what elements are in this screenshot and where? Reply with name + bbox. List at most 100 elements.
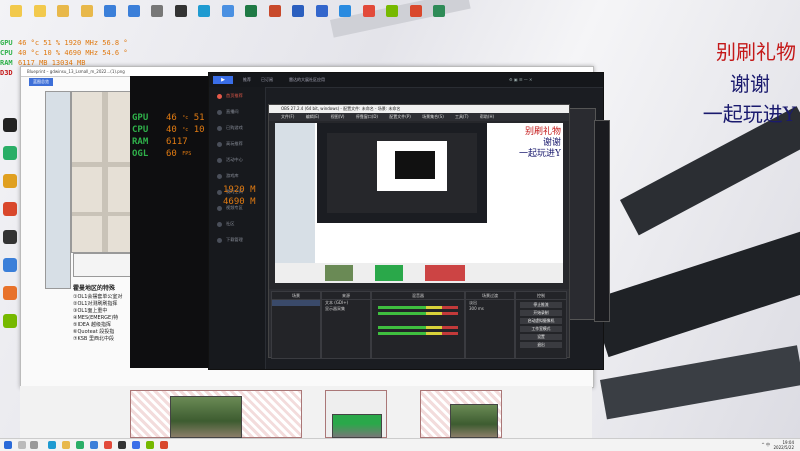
desktop-shortcut[interactable]	[406, 3, 426, 33]
obs-dock-area: 场景 来源 文本 (GDI+) 显示器采集 混音器 场景过渡 淡出 300 ms…	[269, 289, 569, 359]
task-view-icon[interactable]	[30, 441, 38, 449]
app-icon	[221, 5, 234, 17]
sidebar-item-library[interactable]: 游戏库	[217, 173, 239, 179]
app-icon[interactable]	[3, 314, 17, 328]
chrome-icon	[362, 5, 375, 17]
nvidia-icon	[386, 5, 398, 17]
desktop-shortcut[interactable]	[359, 3, 379, 33]
banner-text-line2: 谢谢	[730, 72, 770, 96]
virtual-camera-button[interactable]: 启动虚拟摄像机	[520, 318, 562, 324]
desktop-shortcut[interactable]	[53, 3, 73, 33]
edge-icon[interactable]	[48, 441, 56, 449]
launcher-logo: ▶	[213, 76, 233, 84]
sidebar-item-purchased[interactable]: 已购游戏	[217, 125, 243, 131]
sidebar-item-live[interactable]: 直播间	[217, 109, 239, 115]
sidebar-item-home[interactable]: 首页推荐	[217, 93, 243, 99]
preview-map	[275, 123, 315, 283]
legend-item: ⑤IDEA 越级指挥	[73, 322, 111, 328]
settings-icon[interactable]: ⚙ ▣ ☰ — ✕	[509, 73, 532, 87]
app-icon[interactable]	[3, 202, 17, 216]
photo-thumbnail	[450, 404, 498, 438]
desktop-shortcut[interactable]	[147, 3, 167, 33]
system-tray[interactable]: ^ 中	[761, 439, 770, 451]
banner-text-line1: 别刷礼物	[716, 40, 796, 64]
sidebar-item-downloads[interactable]: 下载管理	[217, 237, 243, 243]
nvidia-icon[interactable]	[146, 441, 154, 449]
floor-map-strip	[45, 91, 71, 289]
app-icon[interactable]	[160, 441, 168, 449]
desktop-shortcut[interactable]	[241, 3, 261, 33]
transitions-dock[interactable]: 场景过渡 淡出 300 ms	[465, 291, 515, 359]
app-icon[interactable]	[3, 230, 17, 244]
app-icon[interactable]	[3, 286, 17, 300]
wechat-icon[interactable]	[3, 146, 17, 160]
launcher-icon[interactable]	[132, 441, 140, 449]
stop-stream-button[interactable]: 停止推流	[520, 302, 562, 308]
wechat-icon[interactable]	[76, 441, 84, 449]
desktop-shortcut[interactable]	[218, 3, 238, 33]
tab-recommend[interactable]: 推荐	[243, 73, 251, 87]
preview-strip	[275, 263, 563, 283]
folder-icon	[80, 5, 93, 17]
menu-scene-collection[interactable]: 场景集合(S)	[422, 114, 444, 119]
map-caption-box	[73, 253, 135, 277]
menu-edit[interactable]: 编辑(E)	[306, 114, 320, 119]
desktop-shortcut[interactable]	[77, 3, 97, 33]
legend-item: ④MES(EMERGE)特	[73, 315, 119, 321]
sidebar-item-events[interactable]: 活动中心	[217, 157, 243, 163]
search-icon[interactable]	[18, 441, 26, 449]
obs-window[interactable]: OBS 27.2.4 (64 bit, windows) - 配置文件: 未命名…	[268, 104, 570, 359]
source-item[interactable]: 显示器采集	[322, 306, 370, 312]
desktop-shortcut[interactable]	[288, 3, 308, 33]
start-recording-button[interactable]: 开始录制	[520, 310, 562, 316]
qq-icon[interactable]	[3, 118, 17, 132]
tab-overview[interactable]: 蓝图总览	[29, 78, 53, 86]
menu-docks[interactable]: 停靠窗口(D)	[356, 114, 378, 119]
menu-view[interactable]: 视图(V)	[331, 114, 345, 119]
sources-dock[interactable]: 来源 文本 (GDI+) 显示器采集	[321, 291, 371, 359]
desktop-shortcut[interactable]	[30, 3, 50, 33]
obs-preview-canvas[interactable]: 别刷礼物 谢谢 一起玩进Y	[275, 123, 563, 283]
shield-icon	[339, 5, 351, 17]
duration-field[interactable]: 300 ms	[466, 306, 514, 312]
desktop-shortcut[interactable]	[194, 3, 214, 33]
studio-mode-button[interactable]: 工作室模式	[520, 326, 562, 332]
powerpoint-icon	[268, 5, 281, 17]
menu-help[interactable]: 帮助(H)	[480, 114, 494, 119]
audio-mixer-dock[interactable]: 混音器	[371, 291, 465, 359]
app-icon[interactable]	[3, 258, 17, 272]
desktop-shortcut[interactable]	[171, 3, 191, 33]
blueprint-lower-strip	[20, 386, 592, 438]
menu-file[interactable]: 文件(F)	[281, 114, 294, 119]
desktop-shortcut[interactable]	[429, 3, 449, 33]
desktop-shortcut[interactable]	[265, 3, 285, 33]
exit-button[interactable]: 退出	[520, 342, 562, 348]
tab-subscribed[interactable]: 已订阅	[261, 73, 273, 87]
chrome-icon[interactable]	[104, 441, 112, 449]
obs-icon[interactable]	[118, 441, 126, 449]
app-icon	[409, 5, 422, 17]
map-legend: 霍曼地区的特殊 ①OL1会摆套单公室对 ②OL1对测刷刷指挥 ③OL1面上重中 …	[73, 285, 133, 343]
desktop-shortcut[interactable]	[382, 3, 402, 33]
sidebar-item-community[interactable]: 社区	[217, 221, 234, 227]
app-icon[interactable]	[3, 174, 17, 188]
desktop-shortcut[interactable]	[312, 3, 332, 33]
controls-dock[interactable]: 控制 停止推流 开始录制 启动虚拟摄像机 工作室模式 设置 退出	[515, 291, 567, 359]
app-icon[interactable]	[90, 441, 98, 449]
folder-icon[interactable]	[62, 441, 70, 449]
preview-recursive-window	[317, 123, 487, 223]
start-icon[interactable]	[4, 441, 12, 449]
scene-item[interactable]	[272, 300, 320, 306]
clock[interactable]: 19:04 2022/5/22	[773, 440, 794, 450]
desktop-shortcut[interactable]	[100, 3, 120, 33]
legend-item: ⑦KSB 里西北中段	[73, 336, 114, 342]
launcher-titlebar: ▶ 推荐 已订阅 雷达的大展社区应用 ⚙ ▣ ☰ — ✕	[209, 73, 603, 88]
settings-button[interactable]: 设置	[520, 334, 562, 340]
scenes-dock[interactable]: 场景	[271, 291, 321, 359]
desktop-shortcut[interactable]	[124, 3, 144, 33]
menu-profile[interactable]: 配置文件(P)	[389, 114, 411, 119]
menu-tools[interactable]: 工具(T)	[455, 114, 469, 119]
sidebar-item-pro[interactable]: 高玩推荐	[217, 141, 243, 147]
desktop-shortcut[interactable]	[6, 3, 26, 33]
desktop-shortcut[interactable]	[335, 3, 355, 33]
